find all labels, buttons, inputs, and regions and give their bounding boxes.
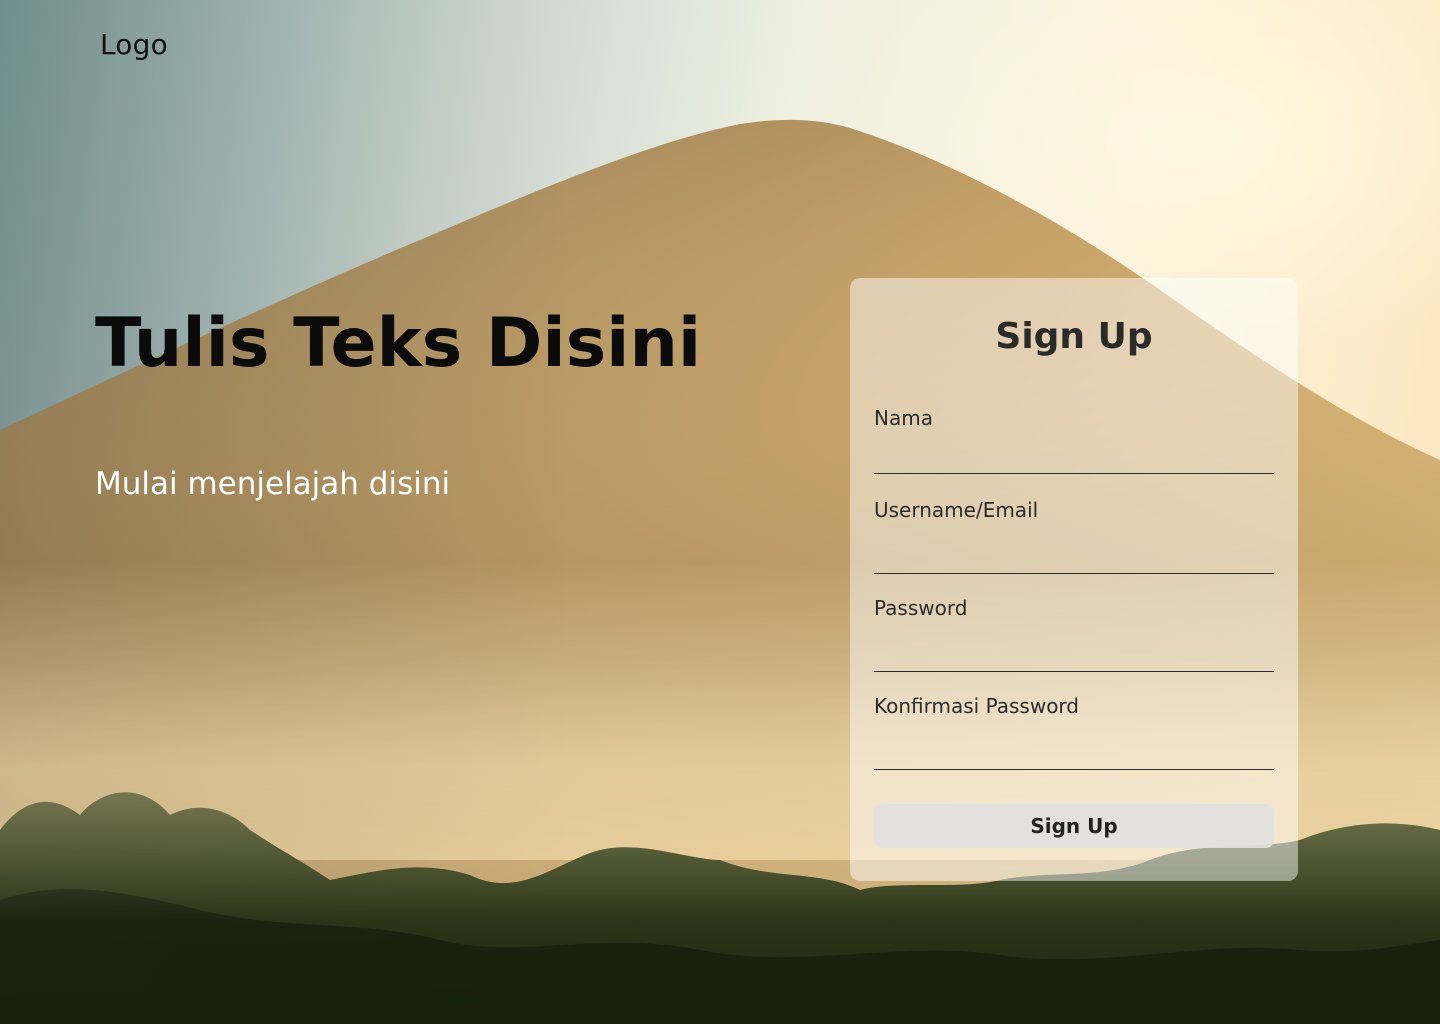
hero-title: Tulis Teks Disini bbox=[95, 304, 702, 383]
password-input[interactable] bbox=[874, 626, 1274, 672]
username-email-input[interactable] bbox=[874, 528, 1274, 574]
confirm-password-field-group: Konfirmasi Password bbox=[874, 694, 1274, 770]
hero-subtitle: Mulai menjelajah disini bbox=[95, 466, 451, 502]
name-label: Nama bbox=[874, 406, 933, 430]
password-field-group: Password bbox=[874, 596, 1274, 672]
confirm-password-label: Konfirmasi Password bbox=[874, 694, 1079, 718]
signup-card: Sign Up Nama Username/Email Password Kon… bbox=[850, 278, 1298, 881]
name-input[interactable] bbox=[874, 436, 1274, 474]
password-label: Password bbox=[874, 596, 968, 620]
signup-submit-button[interactable]: Sign Up bbox=[874, 804, 1274, 848]
username-email-label: Username/Email bbox=[874, 498, 1039, 522]
name-field-group: Nama bbox=[874, 406, 1274, 474]
confirm-password-input[interactable] bbox=[874, 724, 1274, 770]
logo[interactable]: Logo bbox=[100, 28, 168, 61]
username-email-field-group: Username/Email bbox=[874, 498, 1274, 574]
signup-title: Sign Up bbox=[995, 316, 1153, 357]
